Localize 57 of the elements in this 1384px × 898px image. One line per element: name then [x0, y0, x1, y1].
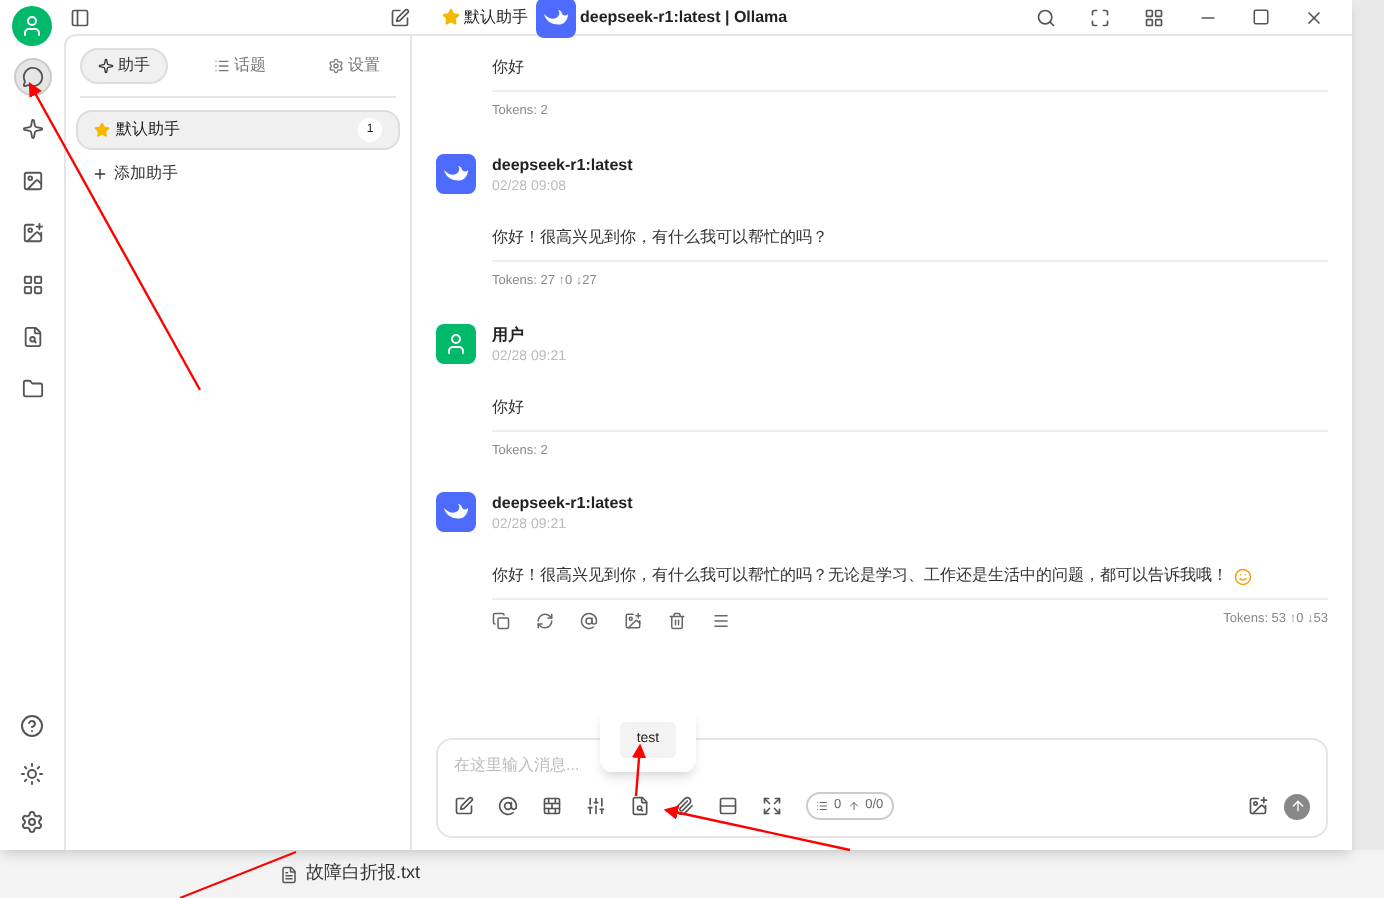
- add-assistant-button[interactable]: 添加助手: [76, 162, 400, 186]
- model-title[interactable]: deepseek-r1:latest | Ollama: [580, 5, 788, 29]
- file-name: 故障白折报.txt: [306, 860, 421, 887]
- search-icon[interactable]: [1036, 7, 1056, 27]
- grid-icon[interactable]: [1144, 7, 1164, 27]
- image-upload-icon[interactable]: [1248, 796, 1268, 816]
- gear-icon: [328, 58, 344, 74]
- annotation-line: [179, 851, 297, 898]
- sender-name: 用户: [492, 323, 526, 345]
- delete-icon[interactable]: [668, 611, 686, 630]
- copy-icon[interactable]: [492, 611, 510, 630]
- avatar[interactable]: [12, 6, 52, 46]
- sidebar-tab[interactable]: 设置: [312, 48, 396, 84]
- star-icon: [94, 122, 110, 138]
- rows-icon[interactable]: [718, 796, 738, 816]
- sidebar-tab[interactable]: 助手: [80, 48, 168, 84]
- list-icon: [816, 800, 828, 812]
- menu-icon[interactable]: [712, 611, 730, 630]
- annotation-arrow: [631, 743, 647, 797]
- close-icon[interactable]: [1304, 7, 1324, 27]
- mention-icon[interactable]: [498, 796, 518, 816]
- message-text: 你好: [492, 56, 524, 80]
- assistant-title[interactable]: 默认助手: [464, 5, 528, 29]
- image-icon[interactable]: [624, 611, 642, 630]
- mention-icon[interactable]: [580, 611, 598, 630]
- file-icon: [280, 865, 298, 883]
- model-avatar: [436, 153, 476, 194]
- sun-icon[interactable]: [20, 762, 44, 786]
- new-chat-icon[interactable]: [390, 7, 410, 27]
- attach-icon[interactable]: [674, 796, 694, 816]
- sparkle-icon: [98, 58, 114, 74]
- list-icon: [214, 58, 230, 74]
- message-text: 你好！很高兴见到你，有什么我可以帮忙的吗？: [492, 225, 828, 250]
- arrow-up-icon: [847, 800, 860, 812]
- regenerate-icon[interactable]: [536, 611, 554, 630]
- expand-icon[interactable]: [1090, 7, 1110, 27]
- fullscreen-icon[interactable]: [762, 796, 782, 816]
- assistant-name: 默认助手: [116, 118, 180, 142]
- star-icon: [442, 8, 460, 26]
- chat-icon[interactable]: [13, 58, 51, 96]
- edit-icon[interactable]: [454, 796, 474, 816]
- message-text: 你好: [492, 395, 524, 419]
- model-avatar: [436, 492, 476, 533]
- maximize-icon[interactable]: [1252, 8, 1270, 26]
- message-text: 你好！很高兴见到你，有什么我可以帮忙的吗？无论是学习、工作还是生活中的问题，都可以告诉我哦！: [492, 564, 1228, 589]
- plus-icon: [92, 166, 108, 182]
- sender-name: deepseek-r1:latest: [492, 153, 633, 176]
- settings-icon[interactable]: [20, 810, 44, 834]
- file-search-icon[interactable]: [630, 796, 650, 816]
- help-icon[interactable]: [20, 714, 44, 738]
- arrow-up-icon: [1289, 798, 1305, 814]
- sidebar-toggle-icon[interactable]: [70, 7, 90, 27]
- sidebar-tab[interactable]: 话题: [198, 48, 282, 84]
- user-avatar: [436, 323, 476, 363]
- send-button[interactable]: [1284, 793, 1310, 819]
- sliders-icon[interactable]: [586, 796, 606, 816]
- sender-name: deepseek-r1:latest: [492, 492, 633, 515]
